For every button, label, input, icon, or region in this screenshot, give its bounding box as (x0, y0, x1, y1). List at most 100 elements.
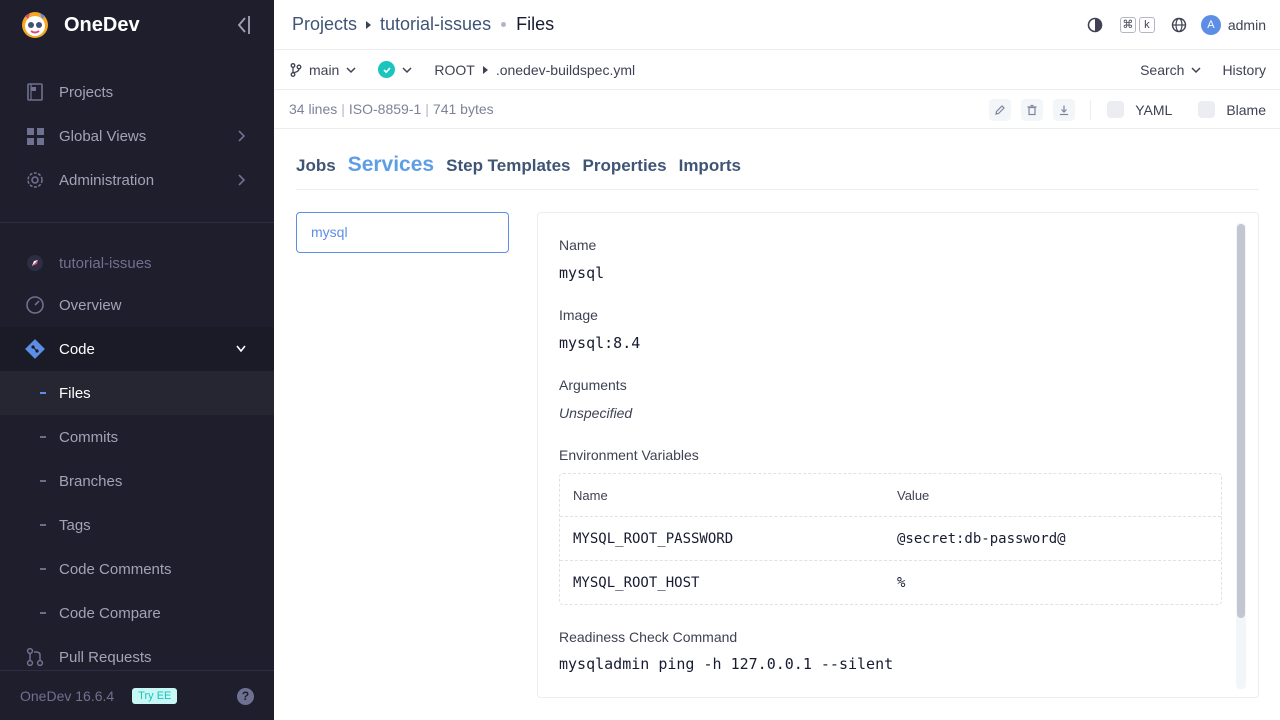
env-value: % (897, 575, 906, 591)
header-value: Value (897, 487, 930, 503)
search-button[interactable]: Search (1140, 62, 1184, 78)
sidebar-item-label: Files (59, 384, 91, 402)
sidebar: OneDev Projects Global Views Administrat… (0, 0, 274, 720)
bullet-dash (40, 436, 46, 438)
blame-label[interactable]: Blame (1226, 102, 1266, 118)
sidebar-item-label: Code Compare (59, 604, 161, 622)
file-tools: YAML Blame (979, 90, 1266, 129)
avatar[interactable]: A (1200, 15, 1221, 35)
bullet-dash (40, 612, 46, 614)
env-vars-label: Environment Variables (559, 447, 699, 463)
chevron-right-icon (238, 130, 246, 142)
arguments-value: Unspecified (559, 405, 633, 421)
chevron-down-icon[interactable] (1191, 65, 1201, 75)
line-count: 34 lines (289, 101, 338, 117)
page-title: Files (516, 14, 555, 34)
edit-button[interactable] (989, 98, 1012, 121)
branch-selector[interactable]: main (309, 62, 339, 78)
sidebar-item-global-views[interactable]: Global Views (0, 114, 274, 158)
table-header: Name Value (560, 474, 1221, 517)
service-detail-panel: Name mysql Image mysql:8.4 Arguments Uns… (537, 212, 1259, 698)
brand: OneDev (0, 0, 274, 50)
download-button[interactable] (1053, 98, 1076, 121)
table-row: MYSQL_ROOT_HOST % (560, 561, 1221, 605)
revision-bar: main ROOT .onedev-buildspec.yml Search H… (274, 50, 1280, 90)
version-text: OneDev 16.6.4 (20, 687, 115, 704)
tab-properties[interactable]: Properties (583, 156, 667, 176)
chevron-down-icon[interactable] (346, 65, 356, 75)
sidebar-item-label: Code Comments (59, 560, 172, 578)
yaml-label[interactable]: YAML (1135, 102, 1172, 118)
kbd-k[interactable]: k (1138, 17, 1155, 33)
sidebar-item-label: Pull Requests (59, 648, 152, 666)
sidebar-item-label: Code (59, 340, 95, 358)
tab-jobs[interactable]: Jobs (296, 156, 336, 176)
bullet-dash (40, 524, 46, 526)
file-info-bar: 34 lines | ISO-8859-1 | 741 bytes YAML B… (274, 90, 1280, 129)
build-status-icon[interactable] (378, 61, 396, 78)
onedev-logo-icon[interactable] (20, 10, 50, 40)
globe-icon[interactable] (1171, 17, 1187, 33)
env-name: MYSQL_ROOT_HOST (573, 575, 700, 591)
project-name: tutorial-issues (59, 254, 152, 272)
scrollbar-thumb[interactable] (1237, 224, 1245, 618)
buildspec-tabs: Jobs Services Step Templates Properties … (296, 150, 1259, 190)
yaml-checkbox[interactable] (1107, 101, 1125, 118)
path-root[interactable]: ROOT (434, 62, 474, 78)
tab-step-templates[interactable]: Step Templates (446, 156, 570, 176)
history-link[interactable]: History (1222, 62, 1266, 78)
sidebar-item-label: Branches (59, 472, 123, 490)
sidebar-item-label: Projects (59, 83, 114, 101)
scrollbar[interactable] (1236, 223, 1246, 689)
file-size: 741 bytes (432, 101, 494, 117)
sidebar-item-code-compare[interactable]: Code Compare (0, 591, 274, 635)
sidebar-item-label: Tags (59, 516, 91, 534)
sidebar-item-overview[interactable]: Overview (0, 283, 274, 327)
header-name: Name (573, 487, 608, 503)
sidebar-project[interactable]: tutorial-issues (0, 241, 274, 285)
sidebar-item-code[interactable]: Code (0, 327, 274, 371)
delete-button[interactable] (1021, 98, 1044, 121)
projects-icon (24, 81, 46, 103)
kbd-command-icon[interactable]: ⌘ (1119, 17, 1136, 33)
sidebar-item-label: Overview (59, 296, 122, 314)
env-vars-table: Name Value MYSQL_ROOT_PASSWORD @secret:d… (559, 473, 1222, 605)
blame-checkbox[interactable] (1198, 101, 1216, 118)
breadcrumb-project[interactable]: tutorial-issues (380, 14, 491, 35)
path-arrow-icon (482, 65, 488, 74)
tab-services[interactable]: Services (348, 153, 434, 177)
name-value: mysql (559, 264, 605, 282)
name-label: Name (559, 237, 597, 253)
dark-mode-icon[interactable] (1087, 17, 1103, 33)
readiness-label: Readiness Check Command (559, 629, 738, 645)
try-ee-button[interactable]: Try EE (132, 687, 178, 704)
branch-icon (290, 62, 302, 77)
collapse-sidebar-icon[interactable] (234, 14, 252, 36)
sidebar-item-commits[interactable]: Commits (0, 415, 274, 459)
sidebar-item-tags[interactable]: Tags (0, 503, 274, 547)
sidebar-item-projects[interactable]: Projects (0, 70, 274, 114)
grid-icon (24, 125, 46, 147)
chevron-down-icon (236, 345, 246, 353)
pencil-icon (995, 104, 1006, 115)
tab-imports[interactable]: Imports (679, 156, 741, 176)
service-list-item-mysql[interactable]: mysql (296, 212, 509, 253)
sidebar-item-label: Commits (59, 428, 119, 446)
top-bar: Projects tutorial-issues Files ⌘ k A adm… (274, 0, 1280, 50)
chevron-down-icon[interactable] (402, 65, 412, 75)
user-name[interactable]: admin (1228, 17, 1266, 33)
sidebar-item-label: Administration (59, 171, 155, 189)
rocket-icon (24, 252, 46, 274)
main-content: Projects tutorial-issues Files ⌘ k A adm… (274, 0, 1280, 720)
separator: | (341, 101, 345, 117)
gear-icon (24, 169, 46, 191)
separator: | (425, 101, 429, 117)
sidebar-item-administration[interactable]: Administration (0, 158, 274, 202)
pull-request-icon (24, 646, 46, 668)
sidebar-item-branches[interactable]: Branches (0, 459, 274, 503)
sidebar-item-files[interactable]: Files (0, 371, 274, 415)
sidebar-item-code-comments[interactable]: Code Comments (0, 547, 274, 591)
brand-name[interactable]: OneDev (64, 14, 140, 37)
breadcrumb-projects[interactable]: Projects (292, 14, 357, 35)
help-icon[interactable]: ? (237, 688, 254, 705)
